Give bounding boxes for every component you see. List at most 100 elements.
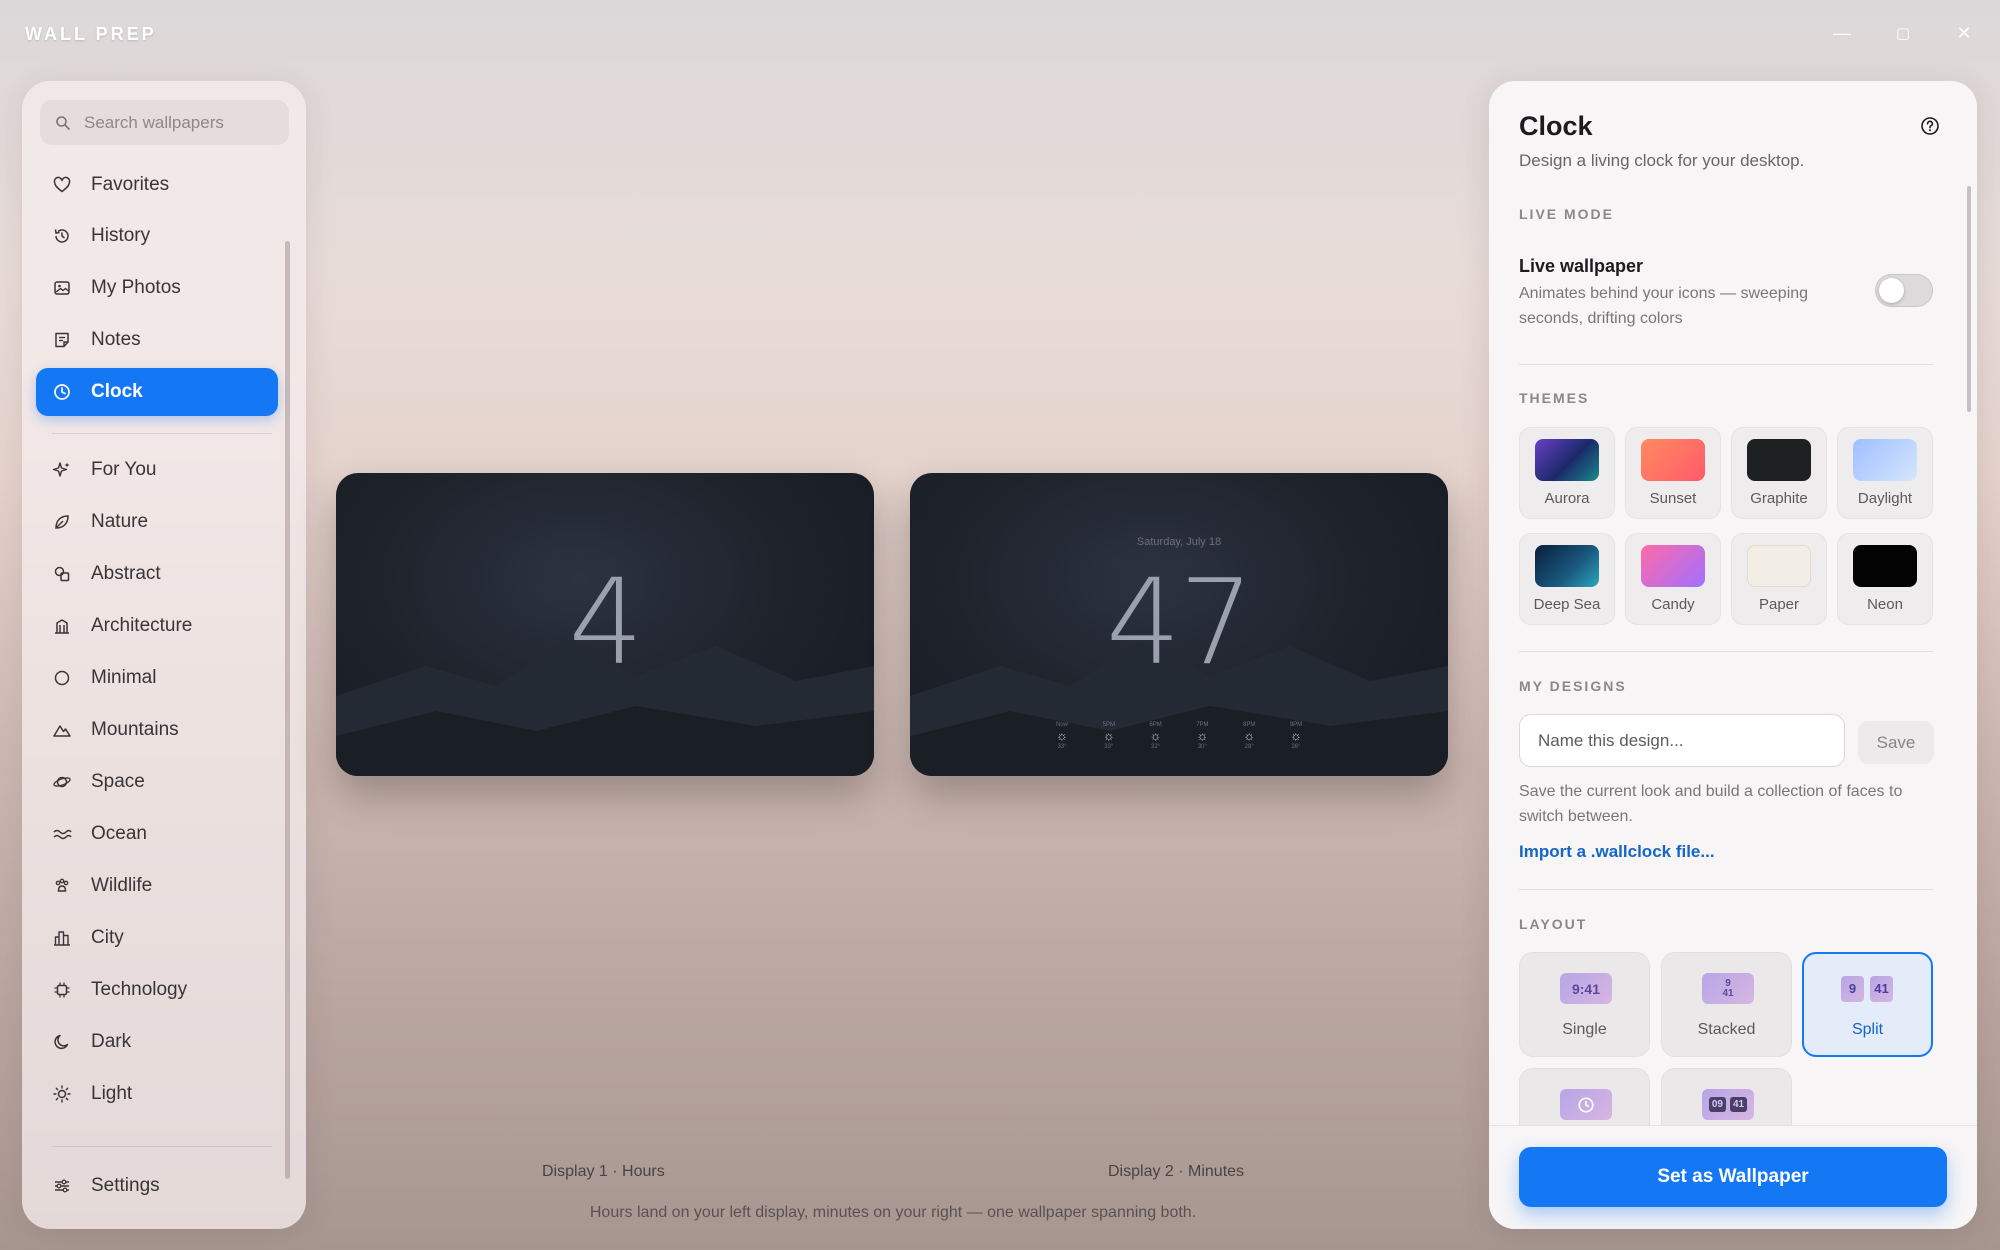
sidebar-item-ocean[interactable]: Ocean	[36, 810, 278, 858]
theme-deep-sea[interactable]: Deep Sea	[1519, 533, 1615, 625]
display-1-preview[interactable]: 4	[336, 473, 874, 776]
clock-icon	[54, 384, 70, 400]
theme-label: Paper	[1758, 596, 1800, 613]
theme-swatch	[1641, 439, 1705, 481]
sun-icon: ☼	[1196, 728, 1209, 743]
search-input[interactable]	[84, 112, 284, 133]
sidebar-item-city[interactable]: City	[36, 914, 278, 962]
sidebar-scrollbar[interactable]	[285, 241, 290, 1179]
layout-preview: 9:41	[1560, 973, 1612, 1004]
sun-icon	[53, 1085, 71, 1103]
sun-icon: ☼	[1056, 728, 1068, 743]
sidebar-item-label: Abstract	[91, 563, 161, 584]
sidebar-item-for-you[interactable]: For You	[36, 446, 278, 494]
theme-neon[interactable]: Neon	[1837, 533, 1933, 625]
display-2-preview[interactable]: Saturday, July 18 47 Now ☼ 33° 5PM ☼ 33° 6PM…	[910, 473, 1448, 776]
sidebar-item-clock[interactable]: Clock	[36, 368, 278, 416]
live-wallpaper-description: Animates behind your icons — sweeping se…	[1519, 285, 1809, 327]
design-name-input[interactable]	[1519, 714, 1845, 767]
theme-graphite[interactable]: Graphite	[1731, 427, 1827, 519]
layout-label: Split	[1851, 1021, 1884, 1038]
sidebar-item-dark[interactable]: Dark	[36, 1018, 278, 1066]
chip-icon	[54, 982, 70, 998]
photo-icon	[54, 281, 70, 295]
maximize-button[interactable]: ▢	[1883, 18, 1923, 48]
layout-stacked[interactable]: 9 41 Stacked	[1661, 952, 1792, 1057]
theme-label: Deep Sea	[1533, 596, 1601, 613]
theme-aurora[interactable]: Aurora	[1519, 427, 1615, 519]
sidebar-item-abstract[interactable]: Abstract	[36, 550, 278, 598]
help-icon[interactable]	[1920, 116, 1940, 136]
theme-swatch	[1747, 545, 1811, 587]
heart-icon	[53, 176, 71, 193]
theme-swatch	[1535, 439, 1599, 481]
sidebar-item-space[interactable]: Space	[36, 758, 278, 806]
sun-icon: ☼	[1243, 728, 1256, 743]
forecast-item: 9PM ☼ 26°	[1284, 721, 1308, 751]
display-1-label: Display 1 · Hours	[542, 1163, 665, 1180]
theme-label: Sunset	[1649, 490, 1697, 507]
theme-swatch	[1853, 439, 1917, 481]
sun-icon: ☼	[1149, 728, 1162, 743]
sidebar-item-favorites[interactable]: Favorites	[36, 161, 278, 209]
set-as-wallpaper-button[interactable]: Set as Wallpaper	[1519, 1147, 1947, 1207]
theme-label: Candy	[1651, 596, 1695, 613]
import-wallclock-link[interactable]: Import a .wallclock file...	[1519, 842, 1715, 862]
section-divider	[1519, 651, 1933, 652]
panel-subtitle: Design a living clock for your desktop.	[1519, 151, 1805, 170]
sidebar-item-architecture[interactable]: Architecture	[36, 602, 278, 650]
sidebar-item-label: Settings	[91, 1175, 160, 1196]
layout-single[interactable]: 9:41 Single	[1519, 952, 1650, 1057]
sidebar-item-mountains[interactable]: Mountains	[36, 706, 278, 754]
theme-label: Aurora	[1544, 490, 1590, 507]
panel-title: Clock	[1519, 111, 1593, 141]
panel-scrollbar[interactable]	[1967, 186, 1971, 412]
forecast-item: 6PM ☼ 32°	[1144, 721, 1168, 751]
sun-icon: ☼	[1290, 728, 1302, 743]
theme-sunset[interactable]: Sunset	[1625, 427, 1721, 519]
sidebar-item-label: Clock	[91, 381, 143, 402]
sidebar-item-label: Favorites	[91, 174, 170, 195]
circle-icon	[54, 670, 70, 686]
live-mode-heading: LIVE MODE	[1519, 206, 1615, 222]
sidebar-item-minimal[interactable]: Minimal	[36, 654, 278, 702]
display-2-label: Display 2 · Minutes	[1108, 1163, 1245, 1180]
sidebar-item-my-photos[interactable]: My Photos	[36, 264, 278, 312]
date-label: Saturday, July 18	[1136, 536, 1222, 548]
theme-candy[interactable]: Candy	[1625, 533, 1721, 625]
sidebar-item-label: Light	[91, 1083, 133, 1104]
close-button[interactable]: ✕	[1944, 18, 1984, 48]
sidebar-item-nature[interactable]: Nature	[36, 498, 278, 546]
theme-swatch	[1641, 545, 1705, 587]
note-icon	[55, 332, 69, 348]
planet-icon	[53, 776, 71, 788]
save-design-button[interactable]: Save	[1858, 721, 1934, 764]
layout-label: Single	[1562, 1021, 1607, 1038]
theme-swatch	[1535, 545, 1599, 587]
sidebar-item-label: Technology	[91, 979, 188, 1000]
sidebar-item-label: Notes	[91, 329, 141, 350]
section-divider	[1519, 364, 1933, 365]
theme-paper[interactable]: Paper	[1731, 533, 1827, 625]
section-divider	[1519, 889, 1933, 890]
forecast-item: Now ☼ 33°	[1050, 721, 1074, 751]
sidebar-item-settings[interactable]: Settings	[36, 1162, 278, 1210]
sidebar-item-light[interactable]: Light	[36, 1070, 278, 1118]
sidebar-divider	[52, 1146, 272, 1147]
theme-daylight[interactable]: Daylight	[1837, 427, 1933, 519]
my-designs-heading: MY DESIGNS	[1519, 678, 1627, 694]
themes-heading: THEMES	[1519, 390, 1590, 406]
sidebar-item-label: For You	[91, 459, 157, 480]
minimize-button[interactable]: —	[1822, 18, 1862, 48]
leaf-icon	[55, 515, 69, 529]
layout-split[interactable]: 9 41 Split	[1802, 952, 1933, 1057]
sidebar-item-history[interactable]: History	[36, 212, 278, 260]
sidebar-item-technology[interactable]: Technology	[36, 966, 278, 1014]
sidebar-item-notes[interactable]: Notes	[36, 316, 278, 364]
search-box[interactable]	[40, 100, 289, 145]
sidebar-item-label: Space	[91, 771, 145, 792]
live-wallpaper-toggle[interactable]	[1875, 274, 1933, 307]
title-bar: WALL PREP — ▢ ✕	[0, 0, 2000, 66]
theme-swatch	[1853, 545, 1917, 587]
sidebar-item-wildlife[interactable]: Wildlife	[36, 862, 278, 910]
